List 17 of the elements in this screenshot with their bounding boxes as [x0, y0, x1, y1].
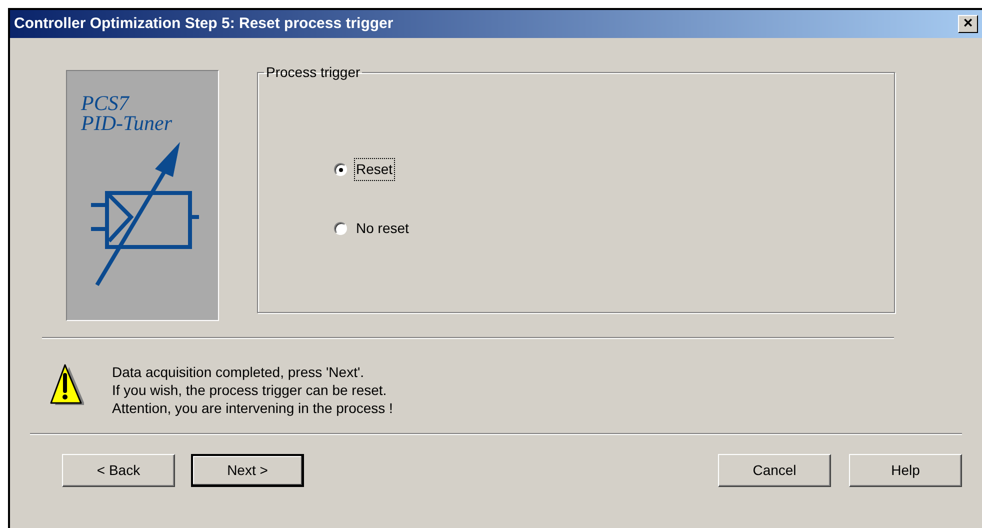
close-button[interactable]: ×: [958, 15, 978, 33]
radio-button[interactable]: [334, 222, 347, 235]
dialog-button[interactable]: Cancel: [718, 454, 831, 487]
dialog-button[interactable]: Next >: [191, 454, 304, 487]
group-title: Process trigger: [265, 63, 362, 82]
radio-label[interactable]: No reset: [355, 218, 410, 239]
logo-text: PCS7: [81, 93, 129, 113]
window-title: Controller Optimization Step 5: Reset process trigger: [13, 14, 394, 34]
radio-label[interactable]: Reset: [355, 159, 394, 180]
dialog-button[interactable]: < Back: [62, 454, 175, 487]
message-text: Attention, you are intervening in the process !: [112, 399, 393, 417]
warning-icon: [50, 363, 84, 407]
message-text: If you wish, the process trigger can be reset.: [112, 381, 387, 399]
dialog-button[interactable]: Help: [849, 454, 962, 487]
message-text: Data acquisition completed, press 'Next'.: [112, 363, 364, 381]
radio-button[interactable]: [334, 163, 347, 176]
logo-text: PID-Tuner: [81, 113, 172, 133]
